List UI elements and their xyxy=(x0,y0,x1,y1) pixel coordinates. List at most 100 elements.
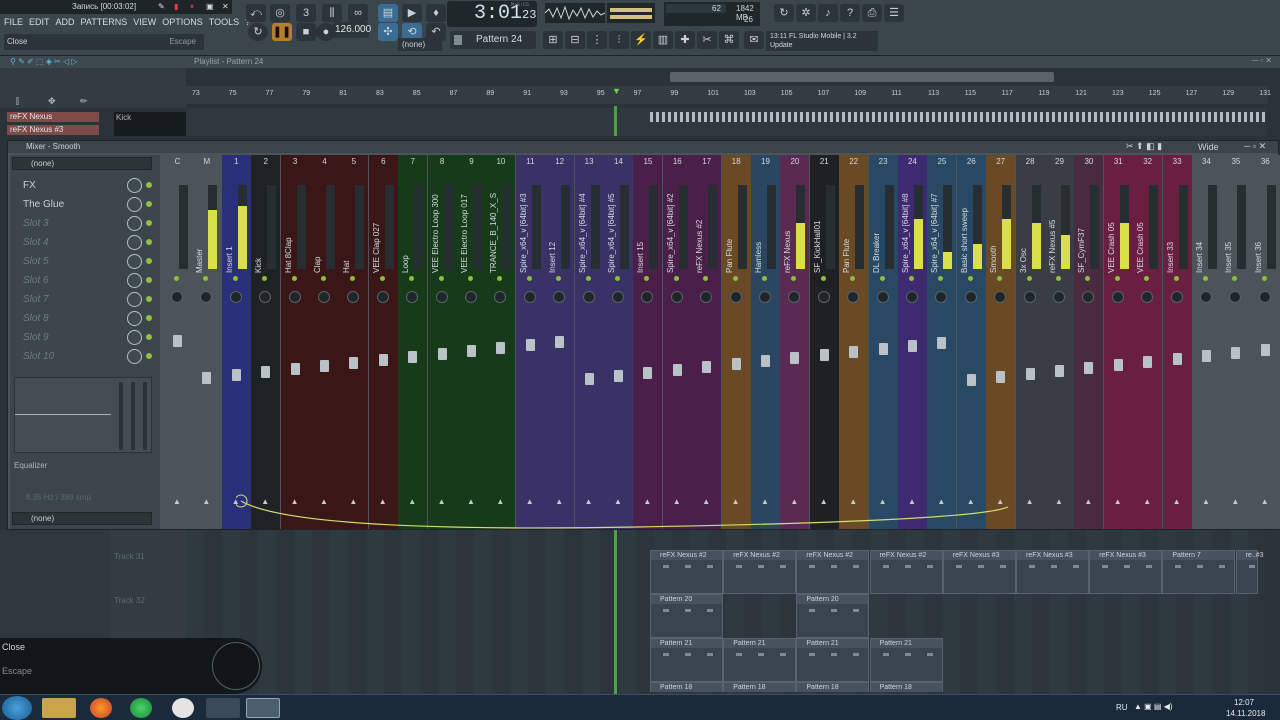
play-button[interactable]: ❚❚ xyxy=(272,23,292,41)
fx-slot-empty[interactable]: Slot 7 xyxy=(14,291,152,308)
pan-knob[interactable] xyxy=(494,291,507,303)
kick-pattern-clips[interactable] xyxy=(650,112,1266,122)
pan-knob[interactable] xyxy=(553,291,566,303)
pan-knob[interactable] xyxy=(200,291,213,303)
mixer-icon[interactable]: ⫶ xyxy=(609,31,629,49)
slot-led[interactable] xyxy=(146,296,152,302)
mixer-strip[interactable]: 13 Spire_x64_v [64bit] #4 ▲ xyxy=(574,155,604,529)
bottom-preset-select[interactable]: (none) xyxy=(12,512,152,525)
mixer-strip[interactable]: 8 VEE Electro Loop 300 ▲ xyxy=(427,155,457,529)
mixer-strip[interactable]: 36 Insert 36 ▲ xyxy=(1250,155,1280,529)
mixer-tool-icons[interactable]: ✂ ⬆ ◧ ▮ xyxy=(1126,141,1162,152)
strip-led[interactable] xyxy=(262,276,268,281)
pan-knob[interactable] xyxy=(817,291,830,303)
pan-knob[interactable] xyxy=(406,291,419,303)
volume-fader[interactable] xyxy=(467,345,476,357)
mixer-strip[interactable]: 9 VEE Electro Loop 017 ▲ xyxy=(457,155,486,529)
pattern-clip[interactable]: reFX Nexus #2 xyxy=(650,550,723,594)
slot-led[interactable] xyxy=(146,201,152,207)
pan-knob[interactable] xyxy=(994,291,1007,303)
pan-knob[interactable] xyxy=(700,291,713,303)
volume-fader[interactable] xyxy=(731,358,741,370)
mixer-strip[interactable]: 12 Insert 12 ▲ xyxy=(545,155,575,529)
clock-date[interactable]: 14.11.2018 xyxy=(1226,709,1265,718)
volume-fader[interactable] xyxy=(819,349,829,361)
pattern-clip[interactable]: Pattern 20 xyxy=(796,594,870,638)
mixer-strip[interactable]: 16 Spire_x64_v [64bit] #2 ▲ xyxy=(662,155,692,529)
route-arrow-icon[interactable]: ▲ xyxy=(1114,497,1122,506)
slot-led[interactable] xyxy=(146,182,152,188)
windows-start-icon[interactable] xyxy=(2,696,32,720)
strip-led[interactable] xyxy=(409,276,415,281)
render-icon[interactable]: ⎙ xyxy=(862,4,882,22)
strip-led[interactable] xyxy=(967,276,973,281)
volume-fader[interactable] xyxy=(496,342,506,354)
snap-select[interactable]: (none) xyxy=(398,38,442,51)
strip-led[interactable] xyxy=(526,276,532,281)
volume-fader[interactable] xyxy=(1202,350,1211,362)
step-icon[interactable]: ⫼ xyxy=(322,4,342,22)
volume-fader[interactable] xyxy=(849,346,859,358)
mixer-strip[interactable]: 20 reFX Nexus ▲ xyxy=(780,155,810,529)
blend-icon[interactable]: ✣ xyxy=(378,23,398,41)
mixer-window-controls-icon[interactable]: ─ ▫ ✕ xyxy=(1244,141,1266,152)
strip-led[interactable] xyxy=(585,276,591,281)
pan-knob[interactable] xyxy=(847,291,860,303)
mix-knob[interactable] xyxy=(127,254,142,269)
route-arrow-icon[interactable]: ▲ xyxy=(173,497,181,506)
pattern-clip[interactable]: Pattern 18 xyxy=(796,682,870,692)
mix-knob[interactable] xyxy=(127,311,142,326)
mix-knob[interactable] xyxy=(127,292,142,307)
route-arrow-icon[interactable]: ▲ xyxy=(1055,497,1063,506)
mix-knob[interactable] xyxy=(127,197,142,212)
volume-fader[interactable] xyxy=(643,367,653,379)
song-time-display[interactable]: 3:0123 M:S:CS xyxy=(447,1,537,27)
pan-knob[interactable] xyxy=(1229,291,1242,303)
pattern-clip[interactable]: Pattern 21 xyxy=(796,638,870,682)
countdown-icon[interactable]: 3 xyxy=(296,4,316,22)
volume-fader[interactable] xyxy=(761,355,770,367)
fx-slot-empty[interactable]: Slot 8 xyxy=(14,310,152,327)
strip-led[interactable] xyxy=(850,276,856,281)
news-icon[interactable]: ✉ xyxy=(744,31,764,49)
volume-fader[interactable] xyxy=(202,372,212,384)
piano-roll-icon[interactable]: ⊞ xyxy=(543,31,563,49)
mixer-strip[interactable]: 19 Hamless ▲ xyxy=(751,155,780,529)
volume-fader[interactable] xyxy=(672,364,682,376)
volume-fader[interactable] xyxy=(878,343,888,355)
volume-fader[interactable] xyxy=(702,361,712,373)
news-panel[interactable]: 13:11 FL Studio Mobile | 3.2 Update xyxy=(766,31,878,51)
mixer-strip[interactable]: 28 3x Osc ▲ xyxy=(1015,155,1045,529)
playlist-scrollbar[interactable] xyxy=(670,72,1054,82)
strip-led[interactable] xyxy=(879,276,885,281)
language-indicator[interactable]: RU xyxy=(1116,703,1128,712)
pan-knob[interactable] xyxy=(641,291,654,303)
strip-led[interactable] xyxy=(203,276,209,281)
track-header-2[interactable]: reFX Nexus #3 xyxy=(7,125,99,135)
volume-fader[interactable] xyxy=(378,354,388,366)
mixer-strip[interactable]: 10 TRANCE_B_140_X_S11 ▲ xyxy=(486,155,516,529)
mixer-strip[interactable]: 30 SF_CymF37 ▲ xyxy=(1074,155,1104,529)
strip-led[interactable] xyxy=(497,276,503,281)
pattern-clip[interactable]: reFX Nexus #2 xyxy=(723,550,797,594)
chat-icon[interactable]: ☰ xyxy=(884,4,904,22)
slot-led[interactable] xyxy=(146,220,152,226)
strip-led[interactable] xyxy=(1056,276,1061,281)
camera-icon[interactable]: ▣ xyxy=(206,2,214,11)
pan-knob[interactable] xyxy=(964,291,977,303)
strip-led[interactable] xyxy=(556,276,562,281)
mixer-strip[interactable]: 33 Insert 33 ▲ xyxy=(1162,155,1192,529)
mode-icon[interactable]: ▤ xyxy=(378,4,398,22)
loop-icon[interactable]: ∞ xyxy=(348,4,368,22)
mixer-strip[interactable]: 34 Insert 34 ▲ xyxy=(1192,155,1221,529)
fx-slot-empty[interactable]: Slot 6 xyxy=(14,272,152,289)
mixer-strip[interactable]: 5 Hat ▲ xyxy=(339,155,369,529)
pattern-clip[interactable]: Pattern 7 xyxy=(1162,550,1236,594)
browser-icon[interactable]: ⊟ xyxy=(565,31,585,49)
pencil-tool-icon[interactable]: ✏ xyxy=(80,96,88,107)
mixer-strip[interactable]: 1 Insert 1 ▲ xyxy=(221,155,251,529)
volume-fader[interactable] xyxy=(614,370,623,382)
fx-slot-empty[interactable]: Slot 5 xyxy=(14,253,152,270)
fl-studio-icon[interactable] xyxy=(246,698,280,718)
menu-add[interactable]: ADD xyxy=(56,17,75,27)
